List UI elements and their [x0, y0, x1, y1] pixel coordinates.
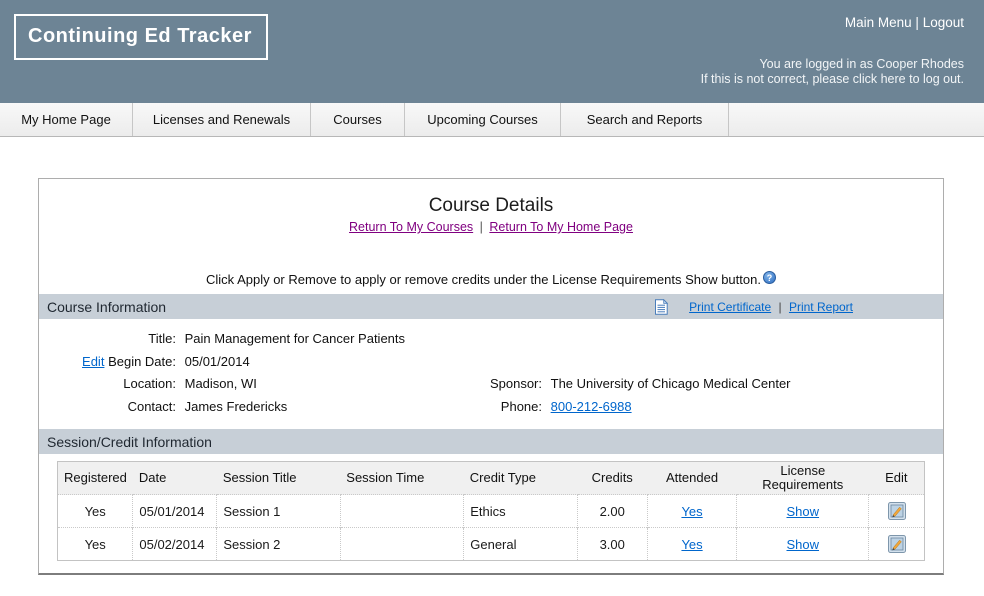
header-top-links: Main Menu | Logout [845, 15, 964, 30]
app-header: Continuing Ed Tracker Main Menu | Logout… [0, 0, 984, 103]
session-table: Registered Date Session Title Session Ti… [57, 461, 925, 561]
license-requirements-show-link[interactable]: Show [787, 504, 820, 519]
login-info: You are logged in as Cooper Rhodes If th… [701, 57, 964, 87]
edit-begin-date-link[interactable]: Edit [82, 354, 104, 369]
license-requirements-show-link[interactable]: Show [787, 537, 820, 552]
date-cell: 05/01/2014 [133, 495, 217, 528]
credits-cell: 2.00 [577, 495, 647, 528]
main-nav: My Home Page Licenses and Renewals Cours… [0, 103, 984, 137]
return-links-separator: | [480, 220, 483, 234]
registered-cell: Yes [58, 528, 133, 561]
logout-link[interactable]: Logout [923, 15, 964, 30]
return-to-my-home-page-link[interactable]: Return To My Home Page [489, 220, 633, 234]
instruction-row: Click Apply or Remove to apply or remove… [39, 271, 943, 287]
session-table-header-row: Registered Date Session Title Session Ti… [58, 462, 925, 495]
page-title: Course Details [39, 195, 943, 217]
print-report-link[interactable]: Print Report [789, 300, 853, 314]
credit-type-cell: General [464, 528, 578, 561]
credit-type-cell: Ethics [464, 495, 578, 528]
location-value: Madison, WI [185, 376, 257, 391]
return-links: Return To My Courses | Return To My Home… [39, 220, 943, 234]
column-header-session-time: Session Time [340, 462, 463, 495]
attended-yes-link[interactable]: Yes [681, 537, 702, 552]
begin-date-field-row: Edit Begin Date: 05/01/2014 [39, 351, 943, 374]
sponsor-label: Sponsor: [439, 373, 542, 396]
attended-yes-link[interactable]: Yes [681, 504, 702, 519]
nav-tab-upcoming-courses[interactable]: Upcoming Courses [405, 103, 561, 136]
logout-hint-suffix: to log out. [909, 72, 964, 86]
course-information-fields: Title: Pain Management for Cancer Patien… [39, 319, 943, 422]
session-credit-section-bar: Session/Credit Information [39, 429, 943, 454]
phone-number-link[interactable]: 800-212-6988 [551, 399, 632, 414]
logout-here-link[interactable]: here [881, 72, 906, 86]
session-row-1: Yes 05/01/2014 Session 1 Ethics 2.00 Yes… [58, 495, 925, 528]
session-title-cell: Session 2 [217, 528, 340, 561]
edit-session-icon[interactable] [888, 535, 906, 553]
course-information-bar-actions: Print Certificate | Print Report [653, 299, 943, 315]
column-header-session-title: Session Title [217, 462, 340, 495]
session-row-2: Yes 05/02/2014 Session 2 General 3.00 Ye… [58, 528, 925, 561]
logout-hint-prefix: If this is not correct, please click [701, 72, 877, 86]
app-logo: Continuing Ed Tracker [14, 14, 268, 60]
session-credit-title: Session/Credit Information [47, 434, 212, 450]
document-icon[interactable] [653, 299, 669, 315]
print-links: Print Certificate | Print Report [689, 300, 853, 314]
begin-date-label-group: Edit Begin Date: [39, 351, 176, 374]
begin-date-label: Begin Date: [108, 354, 176, 369]
instruction-text: Click Apply or Remove to apply or remove… [206, 272, 761, 287]
content-panel: Course Details Return To My Courses | Re… [38, 178, 944, 575]
column-header-credits: Credits [577, 462, 647, 495]
column-header-attended: Attended [647, 462, 737, 495]
session-title-cell: Session 1 [217, 495, 340, 528]
nav-tab-licenses-and-renewals[interactable]: Licenses and Renewals [133, 103, 311, 136]
phone-label: Phone: [439, 396, 542, 419]
sponsor-field: Sponsor: The University of Chicago Medic… [439, 373, 791, 396]
sponsor-value: The University of Chicago Medical Center [551, 376, 791, 391]
header-links-separator: | [915, 15, 919, 30]
session-time-cell [340, 495, 463, 528]
phone-field: Phone: 800-212-6988 [439, 396, 632, 419]
date-cell: 05/02/2014 [133, 528, 217, 561]
contact-value: James Fredericks [185, 399, 288, 414]
main-menu-link[interactable]: Main Menu [845, 15, 912, 30]
location-field-row: Location: Madison, WI Sponsor: The Unive… [39, 373, 943, 396]
session-time-cell [340, 528, 463, 561]
title-label: Title: [39, 328, 176, 351]
location-label: Location: [39, 373, 176, 396]
title-field-row: Title: Pain Management for Cancer Patien… [39, 328, 943, 351]
session-table-wrap: Registered Date Session Title Session Ti… [57, 461, 925, 561]
column-header-registered: Registered [58, 462, 133, 495]
return-to-my-courses-link[interactable]: Return To My Courses [349, 220, 473, 234]
help-icon[interactable]: ? [763, 271, 776, 284]
contact-field-row: Contact: James Fredericks Phone: 800-212… [39, 396, 943, 419]
print-certificate-link[interactable]: Print Certificate [689, 300, 771, 314]
course-information-section-bar: Course Information Print Certificate | P… [39, 294, 943, 319]
nav-tab-courses[interactable]: Courses [311, 103, 405, 136]
title-value: Pain Management for Cancer Patients [185, 331, 405, 346]
credits-cell: 3.00 [577, 528, 647, 561]
column-header-license-requirements: License Requirements [737, 462, 869, 495]
nav-tab-my-home-page[interactable]: My Home Page [0, 103, 133, 136]
column-header-credit-type: Credit Type [464, 462, 578, 495]
begin-date-value: 05/01/2014 [185, 354, 250, 369]
print-links-separator: | [779, 300, 782, 314]
contact-label: Contact: [39, 396, 176, 419]
registered-cell: Yes [58, 495, 133, 528]
column-header-date: Date [133, 462, 217, 495]
logged-in-as-text: You are logged in as Cooper Rhodes [701, 57, 964, 72]
logout-hint-line: If this is not correct, please click her… [701, 72, 964, 87]
nav-tab-search-and-reports[interactable]: Search and Reports [561, 103, 729, 136]
edit-session-icon[interactable] [888, 502, 906, 520]
app-logo-text: Continuing Ed Tracker [28, 25, 252, 47]
column-header-edit: Edit [869, 462, 925, 495]
course-information-title: Course Information [47, 299, 166, 315]
